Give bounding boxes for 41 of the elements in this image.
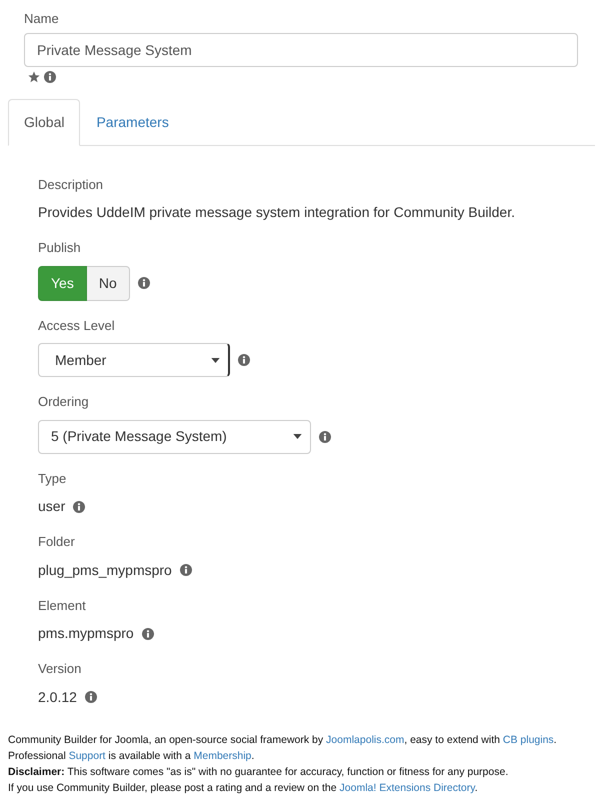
field-value: user xyxy=(38,497,66,516)
info-icon xyxy=(138,277,150,289)
info-icon xyxy=(238,354,250,366)
caret-icon xyxy=(293,434,302,439)
info-icon xyxy=(44,70,56,82)
field-label: Description xyxy=(38,176,104,194)
tab[interactable]: Global xyxy=(8,98,80,146)
info-icon xyxy=(319,430,331,442)
footer-link[interactable]: Support xyxy=(68,750,106,762)
footer-link[interactable]: Joomlapolis.com xyxy=(326,734,404,746)
footer-text: Professional Support is available with a Membership. xyxy=(8,748,256,764)
toggle-option[interactable]: Yes xyxy=(38,266,87,300)
footer-link[interactable]: CB plugins xyxy=(502,734,554,746)
field-label: Ordering xyxy=(38,393,89,411)
tab[interactable]: Parameters xyxy=(80,98,185,146)
footer-link[interactable]: Joomla! Extensions Directory xyxy=(340,782,475,794)
field-label: Publish xyxy=(38,239,81,257)
footer-text: Disclaimer: This software comes "as is" with no guarantee for accuracy, function or fitness for any purpose. xyxy=(8,764,510,780)
field-label: Access Level xyxy=(38,316,115,334)
field-value: 2.0.12 xyxy=(38,688,77,706)
footer-text: If you use Community Builder, please post a rating and a review on the Joomla! Extensions Directory. xyxy=(8,780,479,796)
footer-link[interactable]: Membership xyxy=(194,750,252,762)
field-label: Element xyxy=(38,596,86,614)
field-value: pms.mypmspro xyxy=(38,624,134,643)
description-text: Provides UddeIM private message system integration for Community Builder. xyxy=(38,203,515,222)
info-icon xyxy=(142,628,154,640)
info-icon xyxy=(73,500,86,512)
field-label: Version xyxy=(38,660,82,678)
field-label: Folder xyxy=(38,533,75,551)
caret-icon xyxy=(211,358,220,362)
toggle-option[interactable]: No xyxy=(86,266,130,300)
info-icon xyxy=(180,564,192,576)
footer-text: Community Builder for Joomla, an open-source social framework by Joomlapolis.com, easy to extend with CB plugins. xyxy=(8,732,558,748)
select-field[interactable]: Member xyxy=(38,343,230,377)
field-label: Type xyxy=(38,470,66,488)
name-input[interactable]: Private Message System xyxy=(24,32,578,66)
select-field[interactable]: 5 (Private Message System) xyxy=(38,420,311,454)
field-value: plug_pms_mypmspro xyxy=(38,560,172,580)
star-icon xyxy=(28,70,40,82)
field-label: Name xyxy=(24,10,59,28)
info-icon xyxy=(84,691,97,703)
